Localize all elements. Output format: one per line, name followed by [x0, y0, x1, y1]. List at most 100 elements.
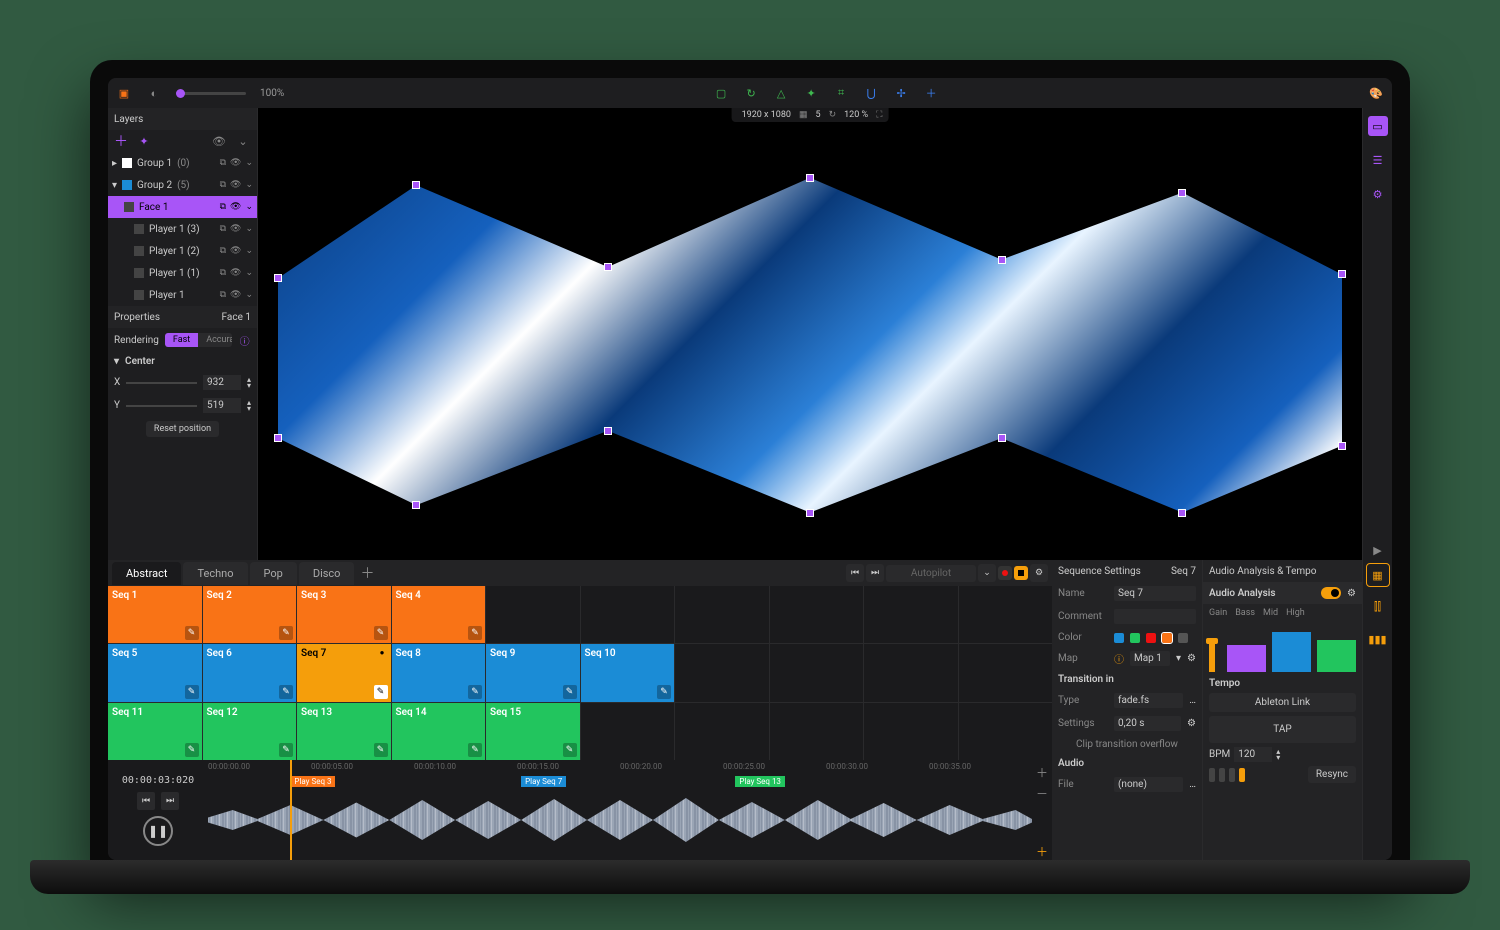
snap-icon[interactable]: ⋃ — [863, 85, 879, 101]
expand-all-icon[interactable]: ⌄ — [235, 133, 251, 149]
link-icon[interactable]: ⧉ — [220, 246, 226, 256]
layer-row-4[interactable]: Player 1 (2)⧉👁⌄ — [108, 240, 257, 262]
edit-icon[interactable]: ✎ — [563, 685, 577, 699]
info-icon[interactable]: ⓘ — [1114, 651, 1124, 666]
autopilot-menu-icon[interactable]: ⌄ — [978, 564, 996, 582]
layer-row-2[interactable]: Face 1⧉👁⌄ — [108, 196, 257, 218]
seq-cell-seq-12[interactable]: Seq 12✎ — [203, 703, 297, 760]
vertex-handle[interactable] — [274, 274, 282, 282]
seq-cell-seq-2[interactable]: Seq 2✎ — [203, 586, 297, 643]
edit-icon[interactable]: ✎ — [468, 685, 482, 699]
seq-cell-seq-6[interactable]: Seq 6✎ — [203, 644, 297, 701]
timeline-marker[interactable]: Play Seq 13 — [735, 776, 785, 787]
mixer-mode-icon[interactable]: ⫿⫿ — [1367, 596, 1389, 618]
rail-mode-1-icon[interactable]: ▭ — [1368, 116, 1388, 136]
shader-icon[interactable]: ✦ — [136, 133, 152, 149]
chevron-down-icon[interactable]: ⌄ — [245, 224, 253, 234]
vertex-handle[interactable] — [274, 434, 282, 442]
edit-icon[interactable]: ✎ — [468, 626, 482, 640]
rotate-icon[interactable]: ↻ — [829, 110, 837, 120]
seq-cell-seq-9[interactable]: Seq 9✎ — [486, 644, 580, 701]
vertex-handle[interactable] — [1178, 509, 1186, 517]
seq-cell-seq-3[interactable]: Seq 3✎ — [297, 586, 391, 643]
grid-mode-icon[interactable]: ▦ — [1367, 564, 1389, 586]
timeline-ruler[interactable]: 00:00:00.0000:00:05.0000:00:10.0000:00:1… — [208, 760, 1032, 776]
color-swatch[interactable] — [1146, 633, 1156, 643]
seq-tab-disco[interactable]: Disco — [299, 562, 355, 585]
seq-cell-seq-1[interactable]: Seq 1✎ — [108, 586, 202, 643]
seq-cell-seq-4[interactable]: Seq 4✎ — [392, 586, 486, 643]
edit-icon[interactable]: ✎ — [185, 743, 199, 757]
rendering-segmented[interactable]: Fast Accurate — [165, 333, 232, 347]
add-icon[interactable]: ＋ — [923, 85, 939, 101]
seq-cell-seq-14[interactable]: Seq 14✎ — [392, 703, 486, 760]
chevron-down-icon[interactable]: ⌄ — [245, 268, 253, 278]
resync-button[interactable]: Resync — [1308, 766, 1356, 783]
seq-cell-seq-8[interactable]: Seq 8✎ — [392, 644, 486, 701]
chevron-down-icon[interactable]: ⌄ — [245, 202, 253, 212]
eye-icon[interactable]: 👁 — [230, 158, 241, 168]
grid-size[interactable]: 5 — [812, 110, 825, 120]
gear-icon[interactable]: ⚙ — [1187, 653, 1196, 664]
seq-cell-empty[interactable] — [486, 586, 580, 643]
chevron-down-icon[interactable]: ⌄ — [245, 290, 253, 300]
skip-fwd-button[interactable]: ⏭ — [866, 564, 884, 582]
edit-icon[interactable]: ✎ — [185, 685, 199, 699]
transform-tool-icon[interactable]: ⌗ — [833, 85, 849, 101]
fullscreen-icon[interactable]: ⛶ — [876, 110, 882, 120]
gear-icon[interactable]: ⚙ — [1187, 718, 1196, 729]
link-icon[interactable]: ⧉ — [220, 180, 226, 190]
arm-button[interactable] — [1014, 566, 1028, 580]
seq-cell-empty[interactable] — [770, 586, 864, 643]
tl-skip-back-button[interactable]: ⏮ — [137, 792, 155, 810]
autopilot-input[interactable]: Autopilot — [886, 565, 976, 582]
eye-icon[interactable]: 👁 — [230, 246, 241, 256]
seq-cell-seq-10[interactable]: Seq 10✎ — [581, 644, 675, 701]
analysis-toggle[interactable] — [1321, 587, 1341, 599]
seq-cell-empty[interactable] — [864, 644, 958, 701]
seq-cell-empty[interactable] — [959, 703, 1053, 760]
triangle-tool-icon[interactable]: △ — [773, 85, 789, 101]
edit-icon[interactable]: ✎ — [279, 626, 293, 640]
vertex-handle[interactable] — [806, 174, 814, 182]
vertex-handle[interactable] — [806, 509, 814, 517]
eye-icon[interactable]: 👁 — [230, 268, 241, 278]
project-icon[interactable]: ▣ — [116, 85, 132, 101]
seq-cell-seq-7[interactable]: Seq 7✎ — [297, 644, 391, 701]
info-icon[interactable]: ⓘ — [238, 332, 251, 348]
more-icon[interactable]: … — [1189, 779, 1196, 790]
seq-cell-empty[interactable] — [675, 703, 769, 760]
vertex-handle[interactable] — [604, 263, 612, 271]
chevron-down-icon[interactable]: ▾ — [1176, 653, 1181, 664]
link-icon[interactable]: ⧉ — [220, 158, 226, 168]
seq-cell-seq-13[interactable]: Seq 13✎ — [297, 703, 391, 760]
edit-icon[interactable]: ✎ — [279, 743, 293, 757]
seq-tab-abstract[interactable]: Abstract — [112, 562, 181, 585]
add-marker-button[interactable]: ＋ — [1036, 843, 1048, 860]
edit-icon[interactable]: ✎ — [185, 626, 199, 640]
eye-icon[interactable]: 👁 — [230, 290, 241, 300]
opacity-slider[interactable] — [176, 92, 246, 95]
seq-cell-empty[interactable] — [675, 644, 769, 701]
eye-icon[interactable]: 👁 — [230, 224, 241, 234]
seq-cell-empty[interactable] — [864, 586, 958, 643]
seq-cell-seq-15[interactable]: Seq 15✎ — [486, 703, 580, 760]
ableton-link-button[interactable]: Ableton Link — [1209, 693, 1356, 712]
map-select[interactable]: Map 1 — [1130, 651, 1170, 666]
chevron-down-icon[interactable]: ⌄ — [245, 158, 253, 168]
gain-slider[interactable] — [1209, 642, 1215, 672]
chevron-down-icon[interactable]: ⌄ — [245, 246, 253, 256]
rail-mode-2-icon[interactable]: ☰ — [1368, 150, 1388, 170]
layer-row-6[interactable]: Player 1⧉👁⌄ — [108, 284, 257, 306]
gear-icon[interactable]: ⚙ — [1347, 588, 1356, 599]
timeline-marker[interactable]: Play Seq 7 — [521, 776, 566, 787]
stepper-icon[interactable]: ▴▾ — [1276, 749, 1280, 761]
seq-cell-empty[interactable] — [581, 586, 675, 643]
gear-icon[interactable]: ⚙ — [1030, 564, 1048, 582]
more-icon[interactable]: … — [1189, 695, 1196, 706]
zoom-out-button[interactable]: － — [1036, 785, 1048, 802]
seq-tab-techno[interactable]: Techno — [183, 562, 247, 585]
canvas-viewport[interactable]: 1920 x 1080 ▦ 5 ↻ 120 % ⛶ — [258, 108, 1362, 560]
eye-icon[interactable]: 👁 — [230, 202, 241, 212]
waveform[interactable] — [208, 790, 1032, 850]
